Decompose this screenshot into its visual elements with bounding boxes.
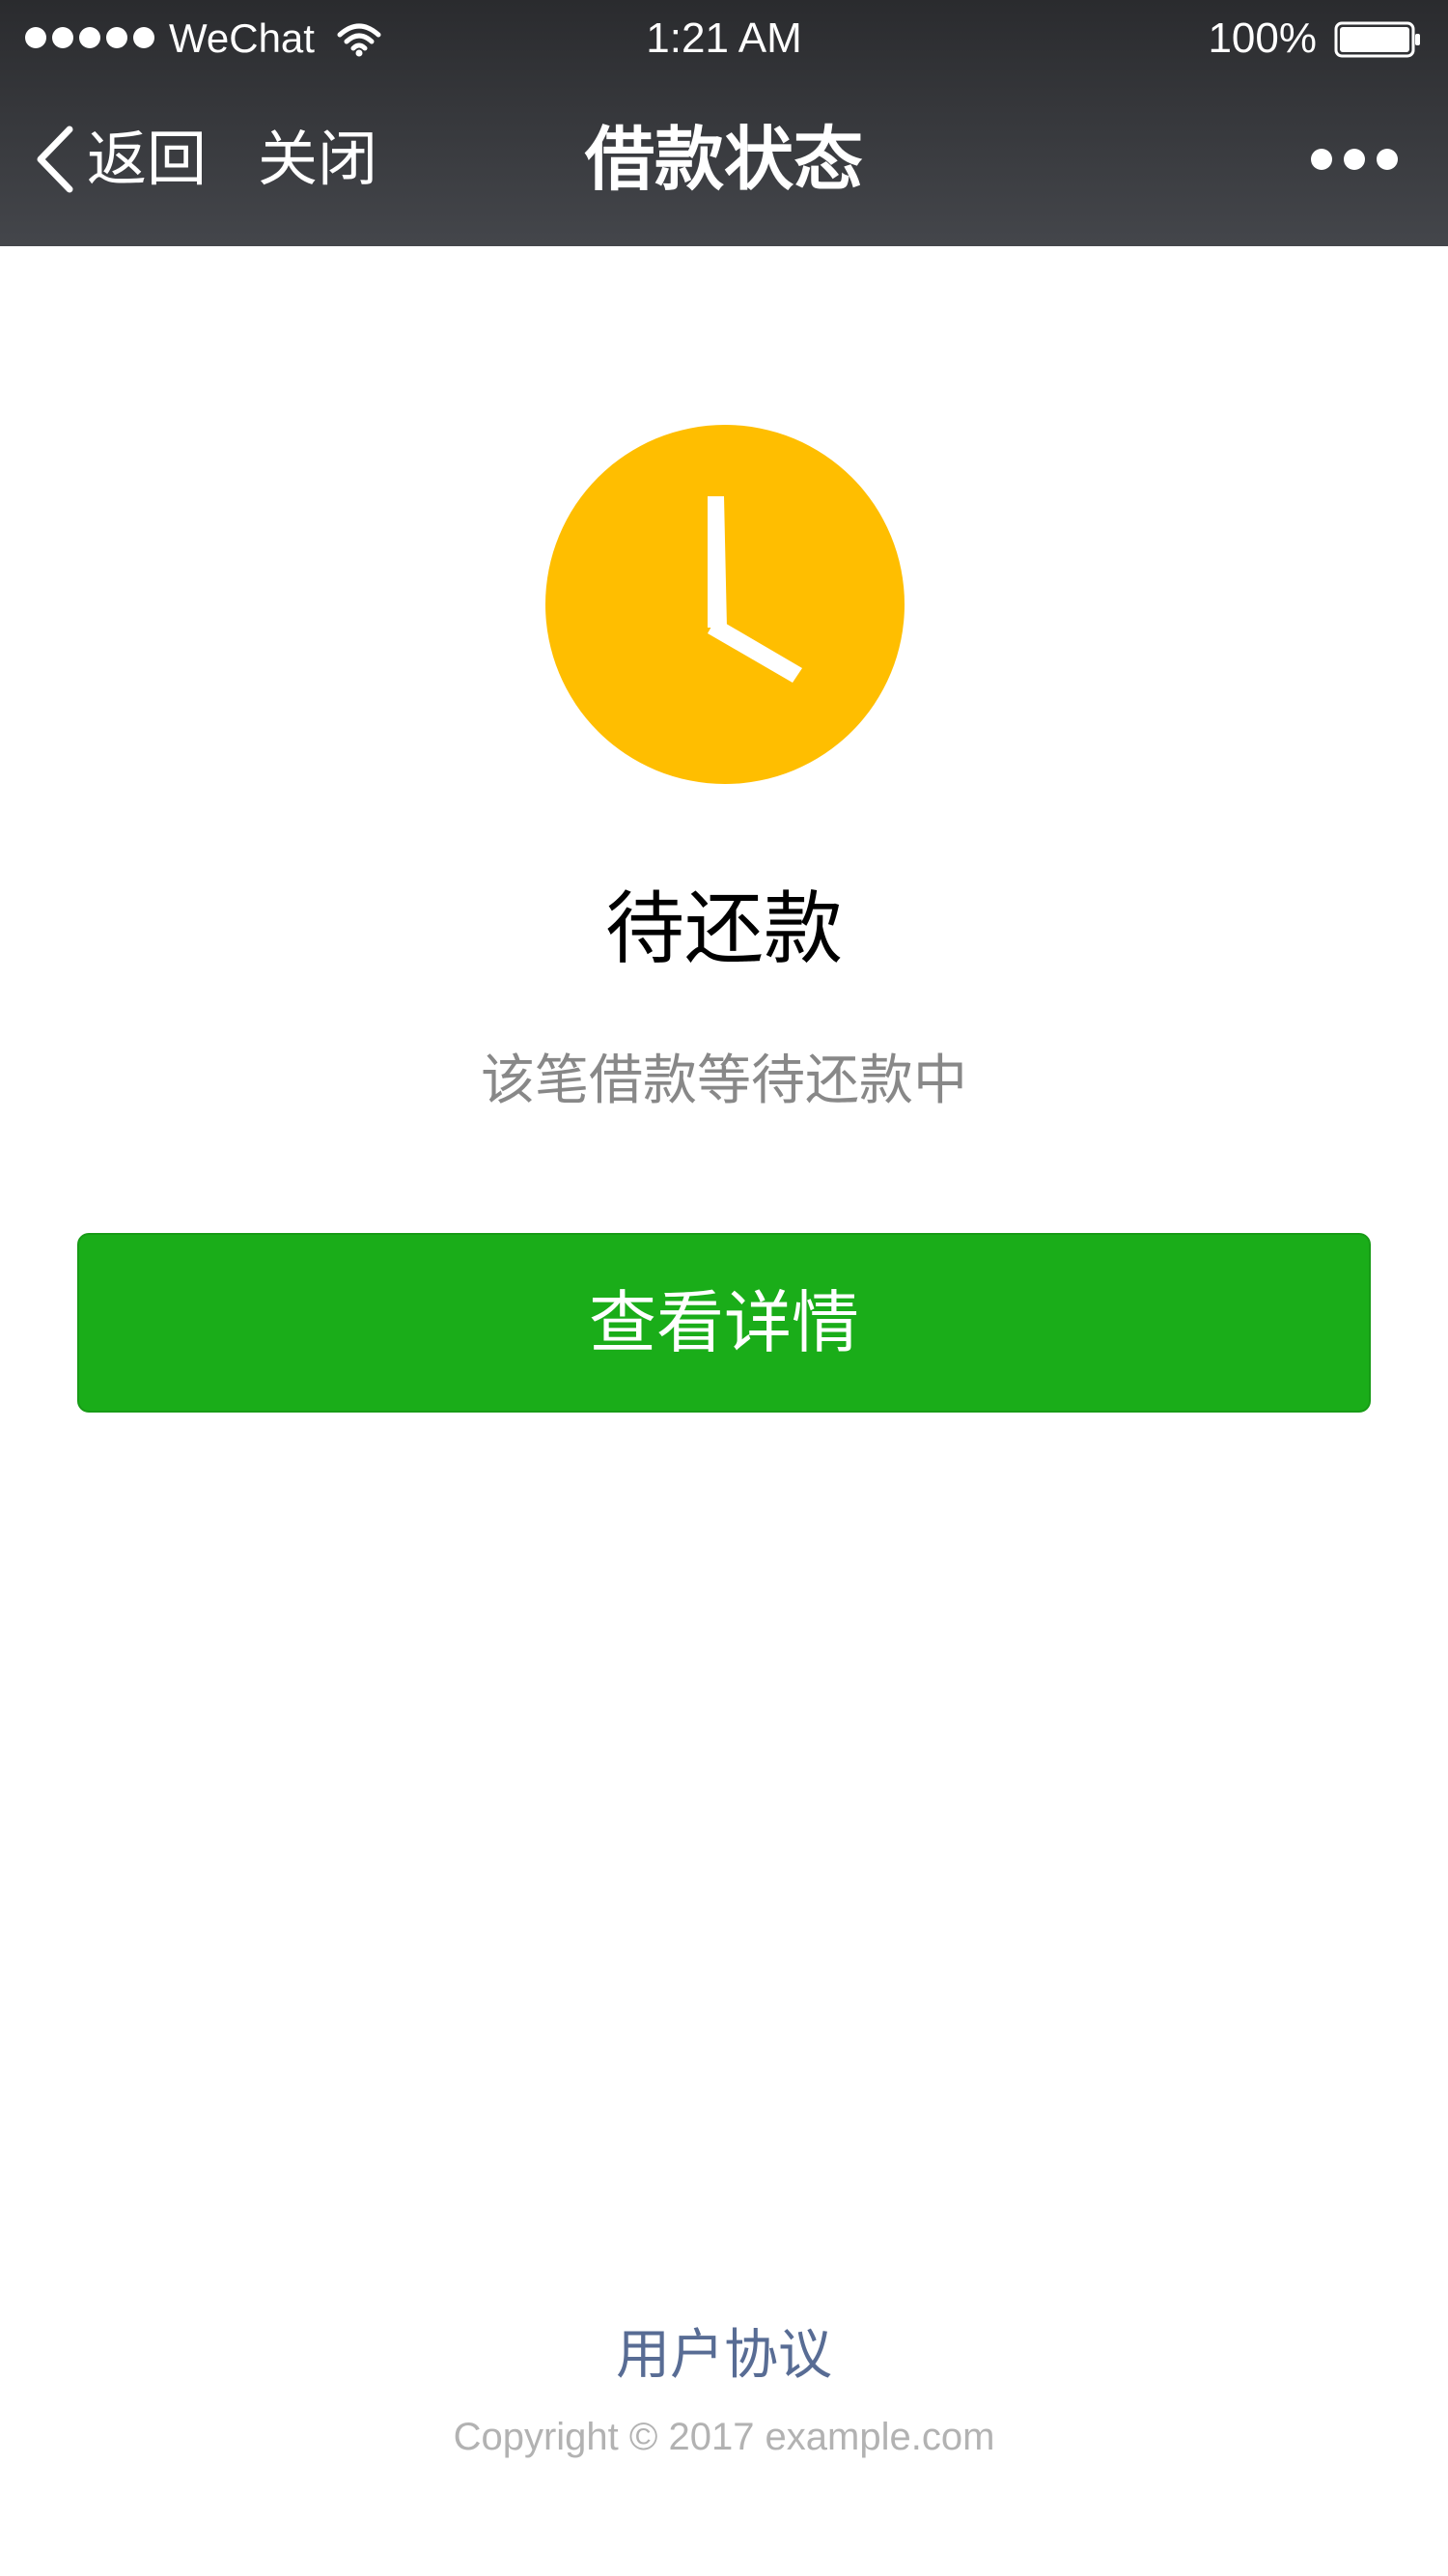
top-bar: WeChat 1:21 AM 100% 返回 关闭 借款状态 — [0, 0, 1448, 246]
page-title: 借款状态 — [584, 119, 863, 200]
battery-full-icon — [1334, 21, 1420, 58]
more-dots-icon[interactable] — [1311, 145, 1398, 174]
status-bar: WeChat 1:21 AM 100% — [0, 0, 1448, 77]
clock-icon — [545, 425, 905, 784]
nav-bar: 返回 关闭 借款状态 — [0, 77, 1448, 246]
status-title: 待还款 — [604, 883, 843, 975]
copyright-text: Copyright © 2017 example.com — [453, 2416, 995, 2458]
battery-percentage: 100% — [1208, 14, 1317, 62]
view-details-button[interactable]: 查看详情 — [77, 1233, 1371, 1413]
status-description: 该笔借款等待还款中 — [481, 1050, 967, 1112]
user-agreement-link[interactable]: 用户协议 — [0, 2319, 1448, 2393]
